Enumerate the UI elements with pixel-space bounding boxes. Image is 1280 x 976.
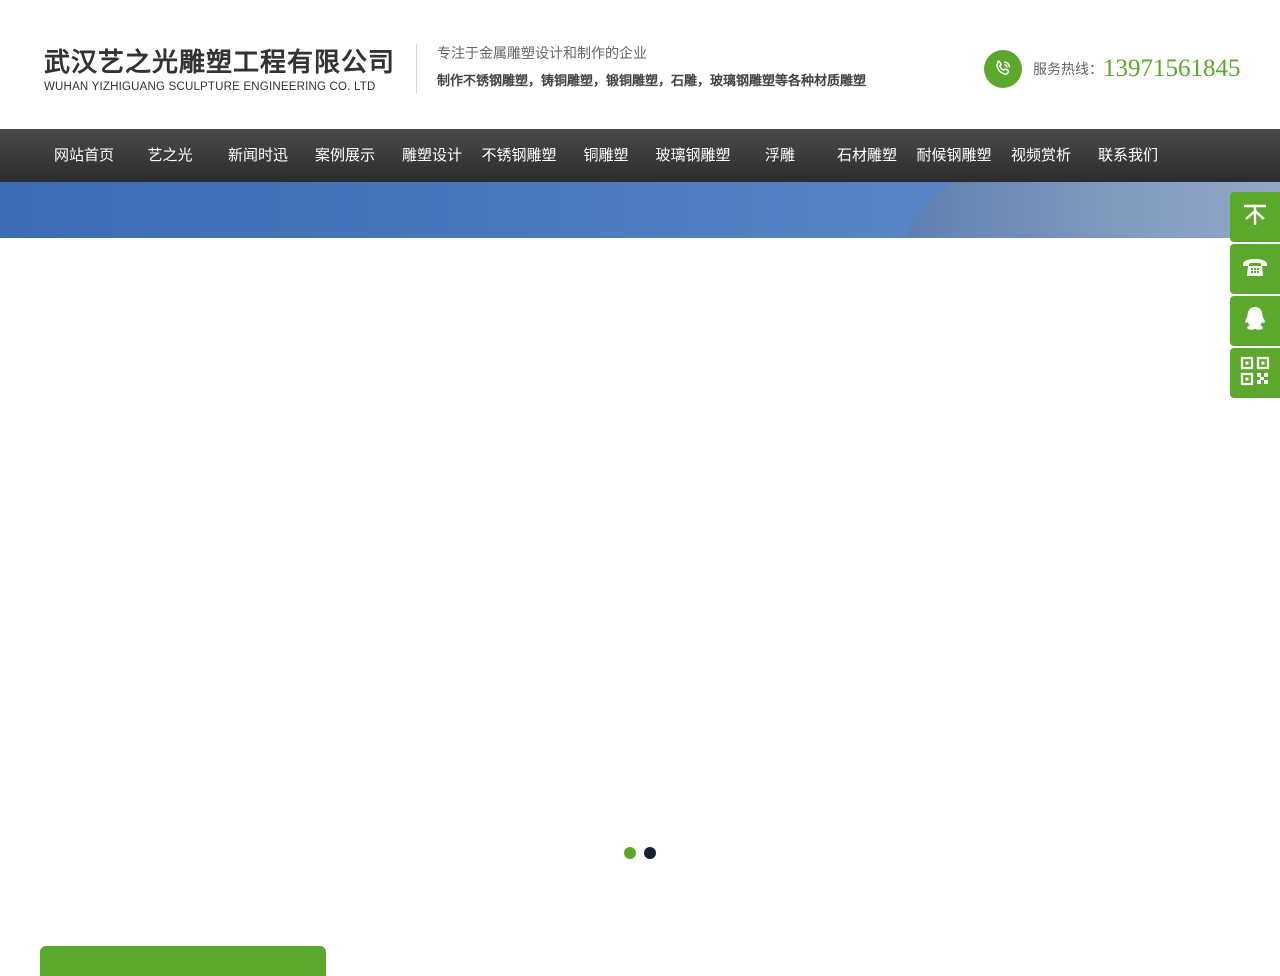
back-to-top-button[interactable] [1230,192,1280,242]
nav-item-copper[interactable]: 铜雕塑 [583,129,628,182]
qq-button[interactable] [1230,296,1280,346]
nav-item-fiberglass[interactable]: 玻璃钢雕塑 [655,129,730,182]
site-header: 武汉艺之光雕塑工程有限公司 WUHAN YIZHIGUANG SCULPTURE… [0,0,1280,129]
nav-item-stone[interactable]: 石材雕塑 [837,129,897,182]
nav-item-corten[interactable]: 耐候钢雕塑 [916,129,991,182]
header-divider [416,44,417,94]
service-hotline: 服务热线： 13971561845 [984,50,1241,88]
section-title-tab [40,946,326,976]
nav-item-about[interactable]: 艺之光 [147,129,192,182]
nav-item-news[interactable]: 新闻时迅 [228,129,288,182]
nav-item-relief[interactable]: 浮雕 [765,129,795,182]
nav-item-video[interactable]: 视频赏析 [1011,129,1071,182]
qq-icon [1242,305,1268,337]
telephone-icon [1241,255,1269,283]
nav-item-contact[interactable]: 联系我们 [1098,129,1158,182]
slider-pagination [624,847,656,859]
banner-sculpture-image [905,182,1280,238]
hotline-label: 服务热线： [1033,62,1103,78]
nav-item-home[interactable]: 网站首页 [54,129,114,182]
qr-code-icon [1240,356,1270,390]
qr-code-button[interactable] [1230,348,1280,398]
logo-chinese-name: 武汉艺之光雕塑工程有限公司 [44,48,396,78]
site-logo[interactable]: 武汉艺之光雕塑工程有限公司 WUHAN YIZHIGUANG SCULPTURE… [44,46,394,94]
floating-toolbar [1230,192,1280,400]
slogan-line-1: 专注于金属雕塑设计和制作的企业 [437,46,647,62]
phone-ring-icon [984,50,1022,88]
nav-item-stainless[interactable]: 不锈钢雕塑 [481,129,556,182]
hotline-number[interactable]: 13971561845 [1103,55,1241,83]
header-slogan: 专注于金属雕塑设计和制作的企业 制作不锈钢雕塑，铸铜雕塑，锻铜雕塑，石雕，玻璃钢… [437,44,866,92]
slider-dot-1[interactable] [624,847,636,859]
slider-dot-2[interactable] [644,847,656,859]
back-to-top-icon [1242,202,1268,232]
logo-english-name: WUHAN YIZHIGUANG SCULPTURE ENGINEERING C… [44,81,376,93]
telephone-button[interactable] [1230,244,1280,294]
main-nav: 网站首页 艺之光 新闻时迅 案例展示 雕塑设计 不锈钢雕塑 铜雕塑 玻璃钢雕塑 … [0,129,1280,182]
nav-item-design[interactable]: 雕塑设计 [402,129,462,182]
slogan-line-2: 制作不锈钢雕塑，铸铜雕塑，锻铜雕塑，石雕，玻璃钢雕塑等各种材质雕塑 [437,74,867,89]
nav-item-cases[interactable]: 案例展示 [315,129,375,182]
hero-banner[interactable] [0,182,1280,238]
